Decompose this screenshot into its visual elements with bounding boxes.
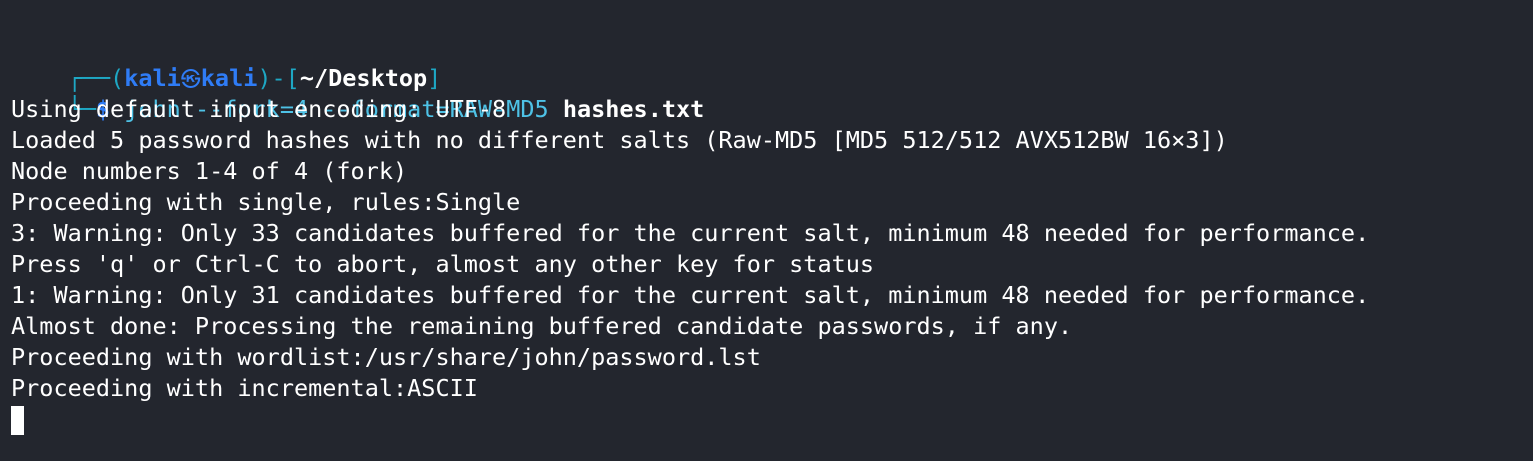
prompt-line: ┌──(kali㉿kali)-[~/Desktop]: [11, 32, 442, 92]
output-line: Almost done: Processing the remaining bu…: [11, 312, 1073, 340]
output-line: Press 'q' or Ctrl-C to abort, almost any…: [11, 250, 875, 278]
output-line: Proceeding with wordlist:/usr/share/john…: [11, 343, 761, 371]
output-line: 3: Warning: Only 33 candidates buffered …: [11, 219, 1370, 247]
terminal-window[interactable]: ┌──(kali㉿kali)-[~/Desktop] └─$ john --fo…: [0, 0, 1533, 461]
output-line: Using default input encoding: UTF-8: [11, 95, 507, 123]
output-line: Node numbers 1-4 of 4 (fork): [11, 157, 408, 185]
command-line: └─$ john --fork=4 --format=RAW-MD5 hashe…: [11, 63, 705, 123]
output-line: Proceeding with incremental:ASCII: [11, 374, 478, 402]
output-line: Loaded 5 password hashes with no differe…: [11, 126, 1228, 154]
command-file: hashes.txt: [562, 95, 705, 123]
output-line: Proceeding with single, rules:Single: [11, 188, 521, 216]
text-cursor: [11, 406, 24, 435]
output-line: 1: Warning: Only 31 candidates buffered …: [11, 281, 1370, 309]
